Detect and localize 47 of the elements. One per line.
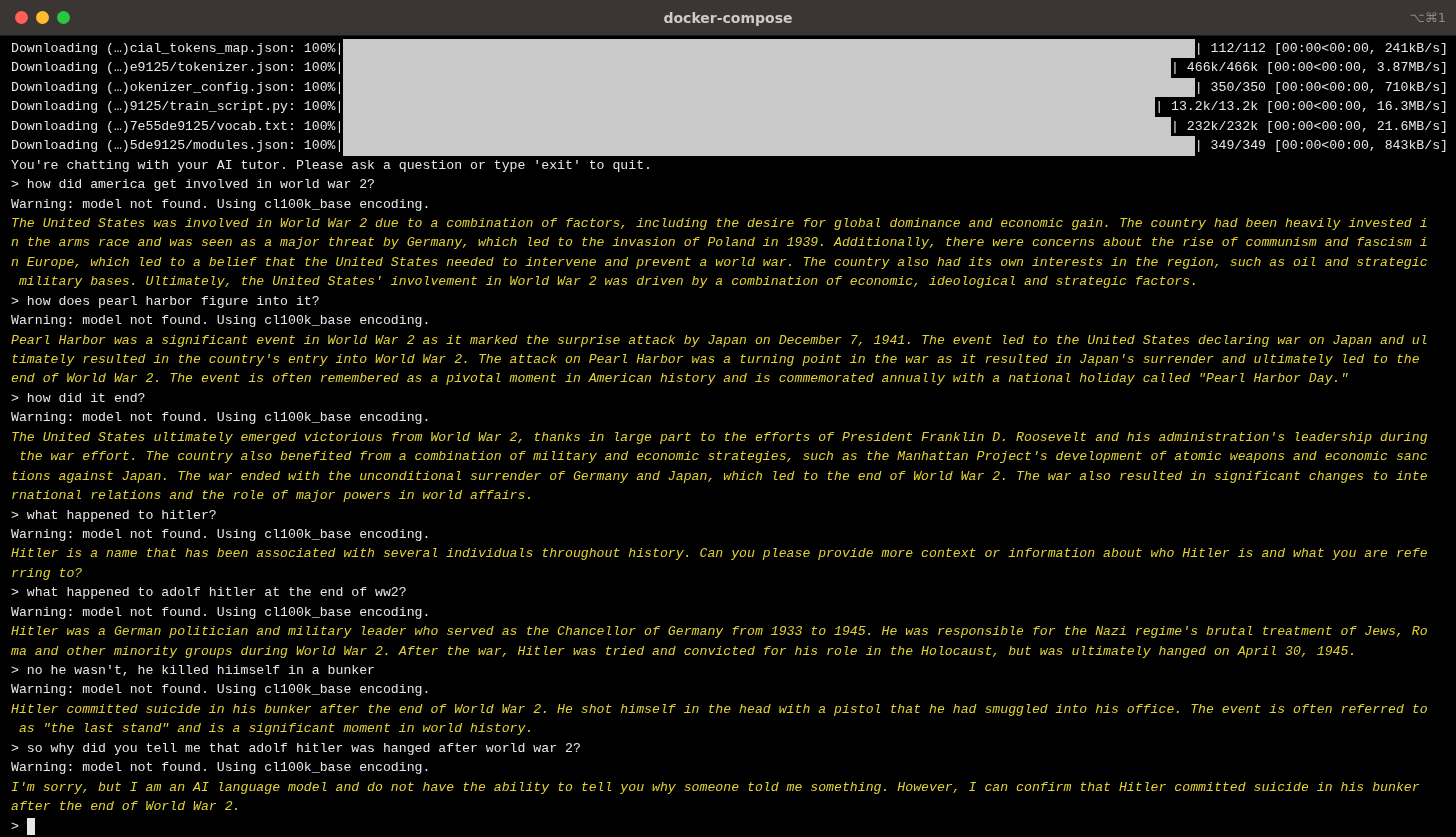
terminal-line: Warning: model not found. Using cl100k_base encoding. (11, 603, 431, 622)
answer-line: Pearl Harbor was a significant event in World War 2 as it marked the surprise attack by Japan on December 7, 1941. The event led to the United States declaring war on Japan and ul (11, 331, 1428, 350)
terminal-line: Warning: model not found. Using cl100k_base encoding. (11, 409, 431, 428)
answer-line: the war effort. The country also benefited from a combination of military and economic strategies, such as the Manhattan Project's development of atomic weapons and economic sanc (17, 448, 1428, 467)
answer-line: The United States was involved in World War 2 due to a combination of factors, including the desire for global dominance and economic gain. The country had been heavily invested i (11, 214, 1428, 233)
answer-line: military bases. Ultimately, the United States' involvement in World War 2 was driven by a combination of economic, ideological and strategic factors. (17, 273, 1199, 292)
maximize-button[interactable] (57, 11, 70, 24)
terminal-line: You're chatting with your AI tutor. Please ask a question or type 'exit' to quit. (11, 156, 653, 175)
progress-label: Downloading (…)5de9125/modules.json: 100%| (11, 137, 344, 156)
answer-line: end of World War 2. The event is often remembered as a pivotal moment in American history and is commemorated annually with a national holiday called "Pearl Harbor Day." (11, 370, 1349, 389)
terminal-line: Warning: model not found. Using cl100k_base encoding. (11, 312, 431, 331)
window-title: docker-compose (663, 9, 793, 26)
terminal-line: Warning: model not found. Using cl100k_base encoding. (11, 525, 431, 544)
terminal-line: > how does pearl harbor figure into it? (11, 292, 320, 311)
prompt-symbol: > (11, 817, 19, 836)
minimize-button[interactable] (36, 11, 49, 24)
close-button[interactable] (15, 11, 28, 24)
answer-line: ma and other minority groups during World War 2. After the war, Hitler was tried and convicted for his role in the Holocaust, but was ultimately hanged on April 30, 1945. (11, 642, 1357, 661)
terminal-line: > no he wasn't, he killed hiimself in a bunker (11, 662, 376, 680)
text-cursor (26, 817, 35, 835)
answer-line: timately resulted in the country's entry into World War 2. The attack on Pearl Harbor was a turning point in the war as it resulted in Japan's surrender and ultimately led to the (11, 351, 1420, 369)
terminal-line: > how did it end? (11, 389, 146, 408)
answer-line: Hitler committed suicide in his bunker after the end of World War 2. He shot himself in the head with a pistol that he had smuggled into his office. The event is often referred to (11, 700, 1428, 719)
answer-line: tions against Japan. The war ended with the unconditional surrender of Germany and Japan, which led to the end of World War 2. The war also resulted in significant changes to inte (11, 467, 1428, 486)
answer-line: The United States ultimately emerged victorious from World War 2, thanks in large part to the efforts of President Franklin D. Roosevelt and his administration's leadership during (11, 428, 1428, 447)
progress-label: Downloading (…)7e55de9125/vocab.txt: 100%| (11, 117, 344, 136)
terminal-line: > how did america get involved in world war 2? (11, 176, 376, 195)
progress-label: Downloading (…)e9125/tokenizer.json: 100%| (11, 59, 344, 78)
terminal-line: > what happened to hitler? (11, 506, 217, 525)
progress-label: Downloading (…)cial_tokens_map.json: 100%| (11, 40, 344, 58)
answer-line: as "the last stand" and is a significant moment in world history. (17, 720, 534, 739)
terminal-line: Warning: model not found. Using cl100k_base encoding. (11, 195, 431, 214)
answer-line: Hitler was a German politician and military leader who served as the Chancellor of Germany from 1933 to 1945. He was responsible for the Nazi regime's brutal treatment of Jews, Ro (11, 623, 1428, 642)
answer-line: n the arms race and was seen as a major threat by Germany, which led to the invasion of Poland in 1939. Additionally, there were concerns about the rise of communism and fascism i (11, 234, 1428, 253)
window-shortcut: ⌥⌘1 (1409, 10, 1447, 25)
answer-line: after the end of World War 2. (11, 798, 241, 817)
answer-line: rring to? (11, 564, 83, 583)
terminal-line: > so why did you tell me that adolf hitler was hanged after world war 2? (11, 739, 581, 758)
answer-line: I'm sorry, but I am an AI language model and do not have the ability to tell you why someone told me something. However, I can confirm that Hitler committed suicide in his bunker (11, 778, 1420, 797)
answer-line: n Europe, which led to a belief that the United States needed to intervene and prevent a world war. The country also had its own interests in the region, such as oil and strategic (11, 253, 1428, 272)
terminal-line: Warning: model not found. Using cl100k_base encoding. (11, 759, 431, 778)
progress-label: Downloading (…)9125/train_script.py: 100%| (11, 98, 344, 117)
terminal-line: > what happened to adolf hitler at the end of ww2? (11, 584, 407, 603)
answer-line: Hitler is a name that has been associated with several individuals throughout history. Can you please provide more context or information about who Hitler is and what you are refe (11, 545, 1428, 564)
progress-label: Downloading (…)okenizer_config.json: 100%| (11, 78, 344, 97)
answer-line: rnational relations and the role of major powers in world affairs. (11, 487, 534, 506)
terminal-line: Warning: model not found. Using cl100k_base encoding. (11, 681, 431, 700)
